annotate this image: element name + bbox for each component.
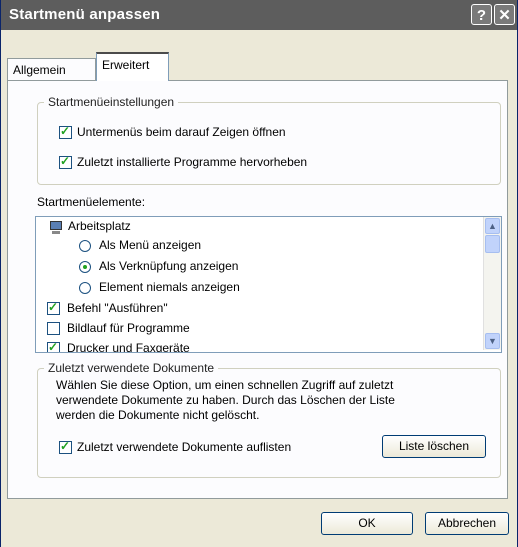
clear-list-button[interactable]: Liste löschen bbox=[382, 435, 486, 458]
printers-checkbox[interactable] bbox=[47, 340, 60, 352]
run-command-checkbox[interactable] bbox=[47, 300, 60, 315]
highlight-new-programs-checkbox[interactable] bbox=[59, 154, 72, 169]
list-item-label[interactable]: Drucker und Faxgeräte bbox=[67, 341, 190, 352]
settings-group-legend: Startmenüeinstellungen bbox=[44, 95, 179, 109]
recent-documents-legend: Zuletzt verwendete Dokumente bbox=[44, 361, 219, 375]
tab-allgemein[interactable]: Allgemein bbox=[7, 58, 96, 80]
recent-description-line2: verwendete Dokumente zu haben. Durch das… bbox=[56, 393, 395, 407]
start-menu-elements-list[interactable]: Arbeitsplatz Als Menü anzeigen Als Verkn… bbox=[35, 216, 502, 353]
settings-group: Startmenüeinstellungen bbox=[37, 95, 501, 185]
computer-icon bbox=[48, 221, 64, 235]
list-recent-documents-label[interactable]: Zuletzt verwendete Dokumente auflisten bbox=[77, 440, 291, 454]
close-button[interactable]: ✕ bbox=[494, 4, 515, 25]
scroll-programs-checkbox[interactable] bbox=[47, 322, 60, 335]
ok-button[interactable]: OK bbox=[321, 512, 413, 535]
help-button[interactable]: ? bbox=[471, 4, 492, 25]
tab-erweitert[interactable]: Erweitert bbox=[96, 52, 169, 81]
list-scrollbar[interactable]: ▲ ▼ bbox=[483, 217, 501, 350]
recent-description-line1: Wählen Sie diese Option, um einen schnel… bbox=[56, 378, 394, 392]
title-bar[interactable]: Startmenü anpassen ? ✕ bbox=[1, 0, 517, 30]
list-item-label: Arbeitsplatz bbox=[68, 219, 131, 233]
submenu-hover-label[interactable]: Untermenüs beim darauf Zeigen öffnen bbox=[77, 125, 286, 139]
scroll-thumb[interactable] bbox=[485, 235, 500, 253]
list-item-label[interactable]: Als Verknüpfung anzeigen bbox=[99, 259, 238, 273]
scroll-up-icon[interactable]: ▲ bbox=[485, 218, 500, 234]
recent-description-line3: werden die Dokumente nicht gelöscht. bbox=[56, 408, 260, 422]
radio-show-as-menu[interactable] bbox=[79, 240, 91, 252]
list-recent-documents-checkbox[interactable] bbox=[59, 439, 72, 454]
radio-show-as-link[interactable] bbox=[79, 261, 91, 273]
list-item-label[interactable]: Befehl "Ausführen" bbox=[67, 301, 168, 315]
dialog-window: Startmenü anpassen ? ✕ Allgemein Erweite… bbox=[0, 0, 518, 547]
submenu-hover-checkbox[interactable] bbox=[59, 124, 72, 139]
radio-never-show[interactable] bbox=[79, 282, 91, 294]
list-item-label[interactable]: Bildlauf für Programme bbox=[67, 321, 190, 335]
start-menu-elements-label: Startmenüelemente: bbox=[37, 195, 146, 209]
cancel-button[interactable]: Abbrechen bbox=[425, 512, 509, 535]
scroll-down-icon[interactable]: ▼ bbox=[485, 333, 500, 349]
highlight-new-programs-label[interactable]: Zuletzt installierte Programme hervorheb… bbox=[77, 155, 307, 169]
window-title: Startmenü anpassen bbox=[9, 6, 161, 23]
list-item-label[interactable]: Element niemals anzeigen bbox=[99, 280, 240, 294]
list-item-label[interactable]: Als Menü anzeigen bbox=[99, 238, 201, 252]
